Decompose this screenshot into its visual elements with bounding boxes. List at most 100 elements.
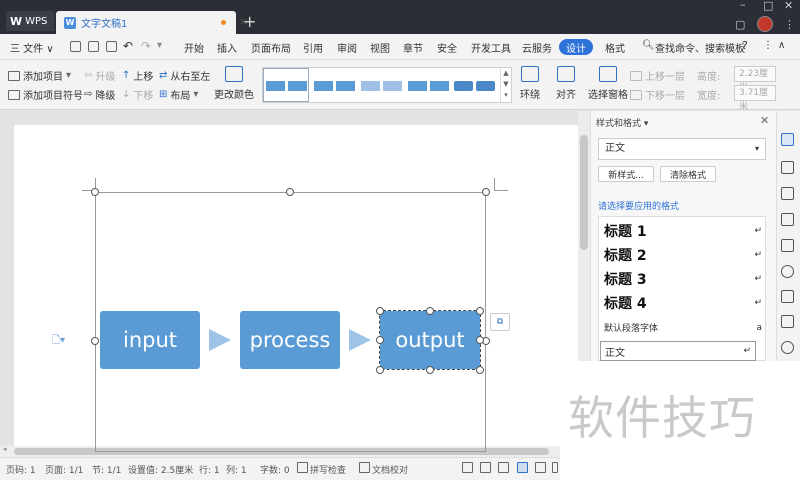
smartart-box-input[interactable]: input bbox=[100, 311, 200, 369]
clear-format-button[interactable]: 清除格式 bbox=[660, 166, 716, 182]
box-resize-handle[interactable] bbox=[426, 307, 434, 315]
pointer-icon[interactable] bbox=[781, 161, 794, 174]
gallery-style-5[interactable] bbox=[454, 79, 495, 93]
demote-button[interactable]: ⇨ 降级 bbox=[84, 87, 115, 102]
selection-pane-button[interactable]: 选择窗格 bbox=[588, 66, 628, 101]
undo-icon[interactable]: ↶ bbox=[123, 39, 133, 53]
new-tab-button[interactable]: + bbox=[243, 12, 256, 31]
panel-title[interactable]: 样式和格式 ▾ bbox=[596, 116, 648, 129]
menu-chapter[interactable]: 章节 bbox=[403, 40, 423, 55]
menu-design-tab[interactable]: 设计 bbox=[559, 39, 593, 55]
help-icon[interactable]: ? bbox=[742, 39, 748, 52]
frame-resize-handle[interactable] bbox=[91, 337, 99, 345]
box-resize-handle[interactable] bbox=[476, 307, 484, 315]
style-item-heading-2[interactable]: 标题 2 ↵ bbox=[604, 245, 762, 265]
wrap-button[interactable]: 环绕 bbox=[520, 66, 540, 101]
anchor-icon[interactable]: 🗋︎▾ bbox=[52, 333, 65, 350]
page-view-icon[interactable] bbox=[517, 462, 528, 473]
add-item-button[interactable]: 添加项目 ▾ bbox=[8, 68, 71, 83]
wps-home-tab[interactable]: W WPS bbox=[6, 11, 54, 31]
status-page-number[interactable]: 页码: 1 bbox=[6, 463, 36, 476]
change-color-button[interactable]: 更改颜色 bbox=[214, 66, 254, 101]
gallery-style-1[interactable] bbox=[266, 79, 307, 93]
send-backward-button[interactable]: 下移一层 bbox=[630, 87, 685, 102]
gallery-scroll-icon[interactable]: ▲ ▼ ▾ bbox=[500, 68, 511, 102]
star-icon[interactable] bbox=[781, 265, 794, 278]
style-item-heading-1[interactable]: 标题 1 ↵ bbox=[604, 221, 762, 241]
minimize-button[interactable]: – bbox=[740, 0, 746, 11]
close-window-button[interactable]: ✕ bbox=[784, 0, 793, 12]
menu-home[interactable]: 开始 bbox=[184, 40, 204, 55]
height-input[interactable]: 2.23厘米 bbox=[734, 66, 776, 93]
layout-options-icon[interactable]: ⧉ bbox=[490, 313, 510, 331]
promote-button[interactable]: ⇦ 升级 bbox=[84, 68, 115, 83]
panel-close-icon[interactable]: ✕ bbox=[760, 114, 769, 127]
move-down-button[interactable]: ↓ 下移 bbox=[122, 87, 153, 102]
read-mode-icon[interactable] bbox=[480, 462, 491, 473]
box-resize-handle[interactable] bbox=[376, 307, 384, 315]
spell-check-button[interactable]: 拼写检查 bbox=[310, 463, 346, 476]
status-section[interactable]: 节: 1/1 bbox=[92, 463, 121, 476]
align-button[interactable]: 对齐 bbox=[556, 66, 576, 101]
style-item-heading-3[interactable]: 标题 3 ↵ bbox=[604, 269, 762, 289]
box-icon[interactable] bbox=[781, 315, 794, 328]
fullscreen-icon[interactable] bbox=[462, 462, 473, 473]
status-word-count[interactable]: 字数: 0 bbox=[260, 463, 290, 476]
user-avatar[interactable] bbox=[757, 16, 773, 32]
library-icon[interactable] bbox=[781, 239, 794, 252]
style-item-body[interactable]: 正文 ↵ bbox=[600, 341, 756, 361]
settings-sliders-icon[interactable] bbox=[781, 213, 794, 226]
collapse-ribbon-icon[interactable]: ∧ bbox=[778, 40, 785, 51]
more-icon[interactable]: ⋮ bbox=[784, 18, 795, 31]
frame-resize-handle[interactable] bbox=[91, 188, 99, 196]
print-icon[interactable] bbox=[88, 41, 99, 52]
bring-forward-button[interactable]: 上移一层 bbox=[630, 68, 685, 83]
smartart-box-process[interactable]: process bbox=[240, 311, 340, 369]
new-style-button[interactable]: 新样式... bbox=[598, 166, 654, 182]
style-item-heading-4[interactable]: 标题 4 ↵ bbox=[604, 293, 762, 313]
web-view-icon[interactable] bbox=[552, 462, 558, 473]
menu-page-layout[interactable]: 页面布局 bbox=[251, 40, 291, 55]
frame-resize-handle[interactable] bbox=[286, 188, 294, 196]
scroll-left-icon[interactable]: ◂ bbox=[3, 445, 7, 453]
edit-mode-icon[interactable] bbox=[498, 462, 509, 473]
print-preview-icon[interactable] bbox=[106, 41, 117, 52]
box-resize-handle[interactable] bbox=[376, 366, 384, 374]
shapes-icon[interactable] bbox=[781, 187, 794, 200]
style-item-default-font[interactable]: 默认段落字体 a bbox=[604, 321, 762, 335]
box-resize-handle[interactable] bbox=[376, 336, 384, 344]
move-up-button[interactable]: ↑ 上移 bbox=[122, 68, 153, 83]
gallery-style-4[interactable] bbox=[408, 79, 449, 93]
restore-icon[interactable]: ▢ bbox=[735, 18, 745, 31]
proofread-button[interactable]: 文档校对 bbox=[372, 463, 408, 476]
maximize-button[interactable]: □ bbox=[763, 0, 773, 12]
vertical-scroll-thumb[interactable] bbox=[580, 135, 588, 250]
save-icon[interactable] bbox=[70, 41, 81, 52]
frame-resize-handle[interactable] bbox=[482, 188, 490, 196]
document-tab[interactable]: W 文字文稿1 × bbox=[56, 11, 248, 34]
box-resize-handle[interactable] bbox=[476, 366, 484, 374]
menu-format[interactable]: 格式 bbox=[605, 40, 625, 55]
style-pen-icon[interactable] bbox=[781, 133, 794, 146]
menu-developer[interactable]: 开发工具 bbox=[471, 40, 511, 55]
command-search[interactable]: 查找命令、搜索模板 bbox=[655, 40, 745, 55]
status-column[interactable]: 列: 1 bbox=[226, 463, 247, 476]
file-menu[interactable]: 三 文件 ∨ bbox=[10, 40, 54, 55]
gallery-style-2[interactable] bbox=[314, 79, 355, 93]
menu-security[interactable]: 安全 bbox=[437, 40, 457, 55]
gallery-style-3[interactable] bbox=[361, 79, 402, 93]
current-style-select[interactable]: 正文 ▾ bbox=[598, 138, 766, 160]
outline-view-icon[interactable] bbox=[535, 462, 546, 473]
box-resize-handle[interactable] bbox=[426, 366, 434, 374]
menu-view[interactable]: 视图 bbox=[370, 40, 390, 55]
status-row[interactable]: 行: 1 bbox=[199, 463, 220, 476]
redo-icon[interactable]: ↷ bbox=[141, 39, 151, 53]
box-resize-handle[interactable] bbox=[476, 336, 484, 344]
menu-references[interactable]: 引用 bbox=[303, 40, 323, 55]
status-setting[interactable]: 设置值: 2.5厘米 bbox=[128, 463, 193, 476]
menu-more-icon[interactable]: ⋮ bbox=[763, 40, 773, 51]
add-bullet-button[interactable]: 添加项目符号 bbox=[8, 87, 83, 102]
search-icon[interactable]: 🔍︎ bbox=[642, 40, 655, 51]
status-pages[interactable]: 页面: 1/1 bbox=[45, 463, 83, 476]
menu-review[interactable]: 审阅 bbox=[337, 40, 357, 55]
